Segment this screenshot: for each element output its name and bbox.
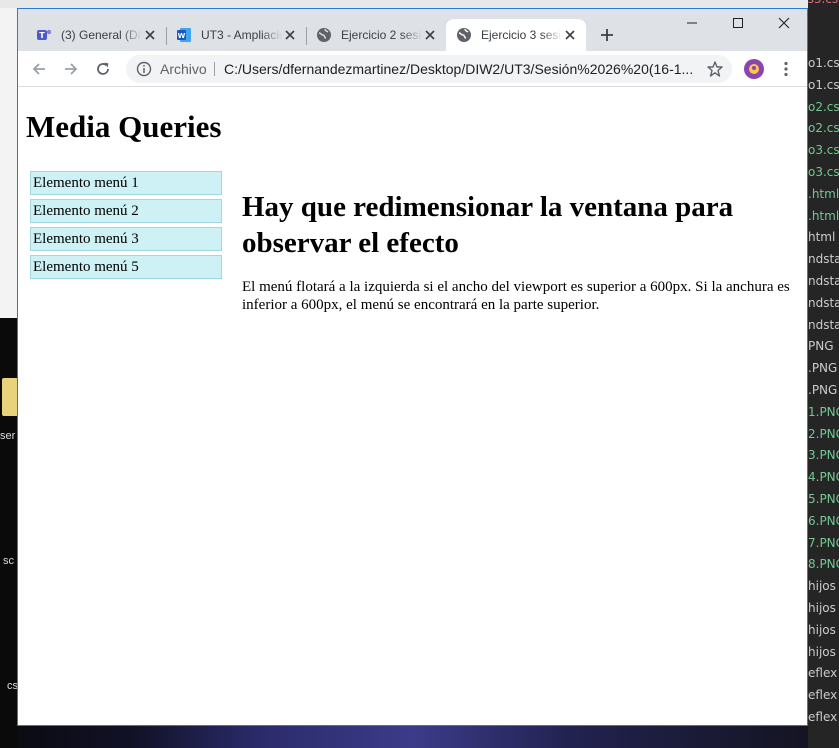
main-content: Hay que redimensionar la ventana para ob… xyxy=(242,189,794,314)
close-tab-icon[interactable] xyxy=(142,27,158,43)
bookmark-star-icon[interactable] xyxy=(706,60,724,78)
explorer-file-item[interactable]: HojaEstilos3.css xyxy=(808,0,839,10)
minimize-icon xyxy=(687,22,697,24)
explorer-file-item[interactable]: o1.css xyxy=(808,74,839,96)
maximize-icon xyxy=(733,18,743,28)
explorer-file-item[interactable]: 4.PNG xyxy=(808,466,839,488)
plus-icon xyxy=(601,29,613,41)
tab-title: Ejercicio 3 sesi xyxy=(481,28,562,42)
menu-button[interactable] xyxy=(780,59,792,79)
explorer-file-item[interactable]: .html xyxy=(808,183,839,205)
explorer-file-item[interactable]: 8.PNG xyxy=(808,553,839,575)
browser-window: T (3) General (Di W UT3 - Ampliació Ejer… xyxy=(17,8,808,726)
explorer-file-item[interactable]: 1.PNG xyxy=(808,401,839,423)
desktop-label: ser xyxy=(0,430,16,442)
close-tab-icon[interactable] xyxy=(422,27,438,43)
page-title: Media Queries xyxy=(26,109,222,144)
explorer-file-item[interactable]: PNG xyxy=(808,335,834,357)
new-tab-button[interactable] xyxy=(596,24,618,46)
close-tab-icon[interactable] xyxy=(562,27,578,43)
svg-text:T: T xyxy=(39,31,45,40)
explorer-file-item[interactable]: 7.PNG xyxy=(808,532,839,554)
forward-button[interactable] xyxy=(59,57,83,81)
desktop-label: sc xyxy=(3,555,14,567)
folder-icon[interactable] xyxy=(2,378,18,416)
close-icon xyxy=(778,17,790,29)
tab-title: UT3 - Ampliació xyxy=(201,28,282,42)
teams-icon: T xyxy=(36,27,52,43)
explorer-file-item[interactable]: eflex xyxy=(808,706,837,728)
explorer-file-item[interactable]: ndstan xyxy=(808,270,839,292)
page-viewport: Media Queries Elemento menú 1 Elemento m… xyxy=(18,87,807,725)
explorer-file-item[interactable]: hijos f xyxy=(808,641,839,663)
tab-title: (3) General (Di xyxy=(61,28,141,42)
menu-item[interactable]: Elemento menú 2 xyxy=(30,199,222,223)
explorer-file-item[interactable]: .html xyxy=(808,205,839,227)
menu-item[interactable]: Elemento menú 1 xyxy=(30,171,222,195)
reload-button[interactable] xyxy=(91,57,115,81)
tab-strip: T (3) General (Di W UT3 - Ampliació Ejer… xyxy=(18,9,807,51)
desktop-wallpaper xyxy=(18,726,808,748)
explorer-file-item[interactable]: 6.PNG xyxy=(808,510,839,532)
back-button[interactable] xyxy=(27,57,51,81)
explorer-file-item[interactable]: o3.css xyxy=(808,139,839,161)
explorer-file-item[interactable]: ndstan xyxy=(808,292,839,314)
explorer-file-item[interactable]: o2.css xyxy=(808,96,839,118)
address-divider xyxy=(214,62,215,76)
tab-ejercicio-2[interactable]: Ejercicio 2 sesi xyxy=(306,19,446,51)
explorer-file-item[interactable]: ndstan xyxy=(808,248,839,270)
url-text[interactable]: C:/Users/dfernandezmartinez/Desktop/DIW2… xyxy=(224,55,694,83)
explorer-file-item[interactable]: o1.css xyxy=(808,52,839,74)
origin-chip-label: Archivo xyxy=(160,61,207,77)
minimize-button[interactable] xyxy=(669,9,715,37)
tab-ejercicio-3[interactable]: Ejercicio 3 sesi xyxy=(446,19,586,51)
explorer-file-item[interactable]: eflex xyxy=(808,662,837,684)
explorer-file-item[interactable]: o3.css xyxy=(808,161,839,183)
explorer-file-item[interactable]: .PNG xyxy=(808,357,837,379)
explorer-file-item[interactable]: hijos f xyxy=(808,597,839,619)
word-icon: W xyxy=(176,27,192,43)
background-window-strip xyxy=(0,0,839,8)
svg-text:W: W xyxy=(178,32,186,40)
explorer-file-item[interactable]: o2.css xyxy=(808,117,839,139)
menu-item[interactable]: Elemento menú 5 xyxy=(30,255,222,279)
tab-teams[interactable]: T (3) General (Di xyxy=(26,19,166,51)
explorer-file-item[interactable]: .PNG xyxy=(808,379,837,401)
arrow-right-icon xyxy=(65,63,78,75)
browser-toolbar: Archivo C:/Users/dfernandezmartinez/Desk… xyxy=(18,51,807,87)
globe-icon xyxy=(316,27,332,43)
address-bar[interactable]: Archivo C:/Users/dfernandezmartinez/Desk… xyxy=(126,55,732,83)
tab-title: Ejercicio 2 sesi xyxy=(341,28,422,42)
maximize-button[interactable] xyxy=(715,9,761,37)
main-heading: Hay que redimensionar la ventana para ob… xyxy=(242,191,734,259)
side-menu: Elemento menú 1 Elemento menú 2 Elemento… xyxy=(30,171,222,283)
close-window-button[interactable] xyxy=(761,9,807,37)
avatar-icon xyxy=(749,64,759,74)
profile-avatar[interactable] xyxy=(744,59,764,79)
explorer-file-item[interactable]: ndstan xyxy=(808,314,839,336)
explorer-file-item[interactable]: html xyxy=(808,226,835,248)
reload-icon xyxy=(97,62,109,75)
info-icon[interactable] xyxy=(136,61,152,77)
globe-icon xyxy=(456,27,472,43)
tab-word[interactable]: W UT3 - Ampliació xyxy=(166,19,306,51)
main-paragraph: El menú flotará a la izquierda si el anc… xyxy=(242,279,790,313)
explorer-file-item[interactable]: hijos f xyxy=(808,575,839,597)
explorer-file-item[interactable]: 2.PNG xyxy=(808,423,839,445)
explorer-file-item[interactable]: 3.PNG xyxy=(808,444,839,466)
explorer-file-item[interactable]: 5.PNG xyxy=(808,488,839,510)
menu-item[interactable]: Elemento menú 3 xyxy=(30,227,222,251)
explorer-file-item[interactable]: eflex xyxy=(808,684,837,706)
more-vert-icon xyxy=(784,61,788,77)
editor-file-explorer: HojaEstilos3.csso1.csso1.csso2.csso2.css… xyxy=(808,0,839,748)
explorer-file-item[interactable]: hijos f xyxy=(808,619,839,641)
desktop-area: ser sc cs xyxy=(0,318,18,748)
close-tab-icon[interactable] xyxy=(282,27,298,43)
background-window xyxy=(0,8,18,318)
arrow-left-icon xyxy=(32,63,45,75)
